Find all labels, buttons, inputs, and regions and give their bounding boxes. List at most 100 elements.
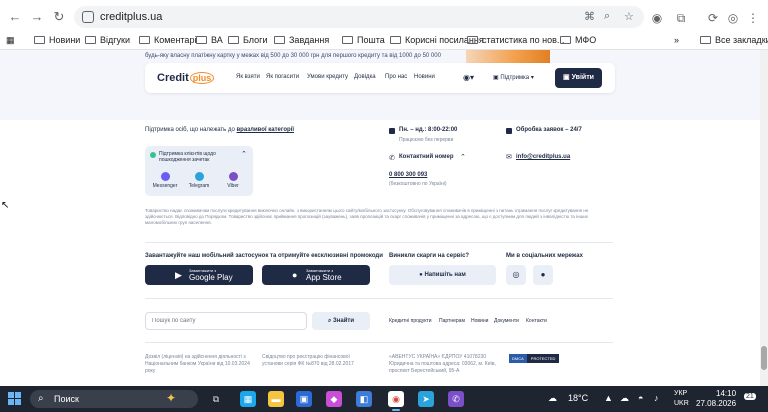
copilot-sparkle-icon: ✦ — [166, 391, 177, 405]
bookmark-item[interactable]: Коментарі — [139, 33, 196, 47]
viber-icon[interactable]: ✆ — [448, 391, 464, 407]
dmca-badge[interactable]: DMCA PROTECTED — [509, 354, 560, 363]
support-dropdown[interactable]: ▣ Підтримка ▾ — [493, 74, 534, 81]
chat-title: Підтримка клієнтів щодо пошкодження заче… — [159, 151, 216, 163]
more-bookmarks-icon[interactable]: » — [674, 33, 679, 47]
google-play-button[interactable]: ▶ Завантажити з Google Play — [145, 265, 253, 285]
write-us-button[interactable]: ● Напишіть нам — [389, 265, 496, 285]
folder-icon — [390, 36, 401, 44]
volume-icon[interactable]: ♪ — [654, 393, 659, 403]
apple-icon: ● — [292, 270, 298, 280]
windows-start-icon[interactable] — [8, 392, 21, 405]
bookmark-item[interactable]: Пошта — [342, 33, 385, 47]
divider — [145, 242, 613, 243]
bookmark-item[interactable]: статистика по нов... — [467, 33, 564, 47]
copilot-icon[interactable]: ◆ — [326, 391, 342, 407]
language-indicator[interactable]: УКР UKR — [674, 389, 689, 409]
app-icon[interactable]: ◧ — [356, 391, 372, 407]
footer-link-docs[interactable]: Документи — [494, 318, 519, 324]
company-text-line3: проспект Берестейський, 95-А — [389, 368, 460, 374]
bookmarks-bar: ▦ Новини Відгуки Коментарі ВА Блоги Завд… — [0, 31, 768, 49]
company-text-line2: Юридична та поштова адреса: 03062, м. Ки… — [389, 361, 496, 367]
forward-icon[interactable]: → — [28, 8, 46, 26]
account-icon[interactable]: ◎ — [726, 11, 740, 25]
cloud-icon[interactable]: ☁ — [620, 393, 629, 404]
calendar-icon — [389, 128, 395, 134]
bookmark-item[interactable]: ВА — [196, 33, 223, 47]
apps-icon[interactable]: ▦ — [6, 33, 15, 47]
store-icon[interactable]: ▣ — [296, 391, 312, 407]
login-button[interactable]: ▣ Увійти — [555, 68, 602, 88]
weather-temp[interactable]: 18°C — [568, 393, 588, 403]
bookmark-item[interactable]: Відгуки — [85, 33, 130, 47]
search-button[interactable]: ⌕ Знайти — [312, 312, 370, 330]
license-text-line2: Національним банком України від 10.03.20… — [145, 361, 250, 367]
telegram-button[interactable]: Telegram — [184, 172, 214, 189]
contact-number-toggle[interactable]: Контактний номер — [399, 154, 454, 160]
facebook-button[interactable]: ● — [533, 265, 553, 285]
accessibility-eye-icon[interactable]: ◉▾ — [463, 73, 474, 82]
processing-hours: Обробка заявок – 24/7 — [516, 127, 582, 133]
registration-text-line1: Свідоцтво про реєстрацію фінансової — [262, 354, 350, 360]
divider — [145, 298, 613, 299]
menu-icon[interactable]: ⋮ — [746, 11, 760, 25]
footer-link-contacts[interactable]: Контакти — [526, 318, 547, 324]
vulnerable-category-link[interactable]: вразливої категорії — [236, 127, 294, 133]
reload-icon[interactable]: ↻ — [50, 8, 68, 26]
telegram-icon — [194, 172, 204, 181]
messenger-button[interactable]: Messenger — [150, 172, 180, 189]
nav-news[interactable]: Новини — [414, 74, 435, 80]
email-link[interactable]: info@creditplus.ua — [516, 154, 570, 160]
instagram-button[interactable]: ◎ — [506, 265, 526, 285]
address-bar[interactable]: creditplus.ua ⌘ ⌕ ☆ — [74, 6, 644, 28]
viber-button[interactable]: Viber — [218, 172, 248, 189]
tray-icon[interactable]: ▲ — [604, 393, 613, 403]
zoom-icon[interactable]: ⌕ — [604, 10, 610, 23]
bookmark-item[interactable]: Завдання — [274, 33, 329, 47]
bookmark-item[interactable]: Новини — [34, 33, 80, 47]
share-icon[interactable]: ⟳ — [706, 11, 720, 25]
telegram-icon[interactable]: ➤ — [418, 391, 434, 407]
task-view-icon[interactable]: ⧉ — [208, 391, 224, 407]
site-search-input[interactable] — [145, 312, 307, 330]
taskbar-clock[interactable]: 14:10 27.08.2026 — [696, 389, 736, 409]
weather-icon[interactable]: ☁ — [548, 393, 557, 404]
taskbar-search[interactable]: ⌕ Поиск ✦ — [30, 390, 198, 408]
url-text: creditplus.ua — [100, 11, 163, 23]
folder-icon — [274, 36, 285, 44]
profile-color-icon[interactable]: ◉ — [650, 11, 664, 25]
notification-badge[interactable]: 21 — [744, 393, 756, 400]
viber-icon — [228, 172, 238, 181]
chevron-up-icon[interactable]: ⌃ — [241, 150, 247, 158]
network-icon[interactable]: ◓ — [638, 393, 643, 403]
star-icon[interactable]: ☆ — [624, 10, 634, 23]
bookmark-item[interactable]: Блоги — [228, 33, 267, 47]
all-bookmarks[interactable]: Все закладки — [700, 33, 768, 47]
footer-link-products[interactable]: Кредитні продукти — [389, 318, 432, 324]
site-logo[interactable]: Credit plus — [157, 72, 215, 84]
page-scrollbar[interactable] — [760, 50, 768, 386]
folder-icon — [700, 36, 711, 44]
nav-how-to-get[interactable]: Як взяти — [236, 74, 260, 80]
file-explorer-icon[interactable]: ▬ — [268, 391, 284, 407]
translate-icon[interactable]: ⌘ — [584, 10, 595, 23]
bookmark-item[interactable]: МФО — [560, 33, 596, 47]
footer-link-partners[interactable]: Партнерам — [439, 318, 465, 324]
footer-link-news[interactable]: Новини — [471, 318, 488, 324]
active-app-indicator — [392, 409, 400, 411]
nav-help[interactable]: Довідка — [354, 74, 376, 80]
site-header: Credit plus Як взяти Як погасити Умови кр… — [145, 63, 615, 93]
windows-app-icon[interactable]: ▦ — [240, 391, 256, 407]
phone-link[interactable]: 0 800 300 093 — [389, 172, 427, 178]
site-info-icon[interactable] — [82, 11, 94, 23]
nav-about[interactable]: Про нас — [385, 74, 407, 80]
chrome-icon[interactable]: ◉ — [388, 391, 404, 407]
nav-credit-terms[interactable]: Умови кредиту — [307, 74, 348, 80]
extensions-icon[interactable]: ⧉ — [674, 11, 688, 25]
search-icon: ⌕ — [38, 393, 44, 404]
chevron-up-icon[interactable]: ⌃ — [460, 153, 466, 161]
app-store-button[interactable]: ● Завантажити з App Store — [262, 265, 370, 285]
nav-how-to-repay[interactable]: Як погасити — [266, 74, 299, 80]
scrollbar-thumb[interactable] — [761, 346, 767, 370]
back-icon[interactable]: ← — [6, 8, 24, 26]
